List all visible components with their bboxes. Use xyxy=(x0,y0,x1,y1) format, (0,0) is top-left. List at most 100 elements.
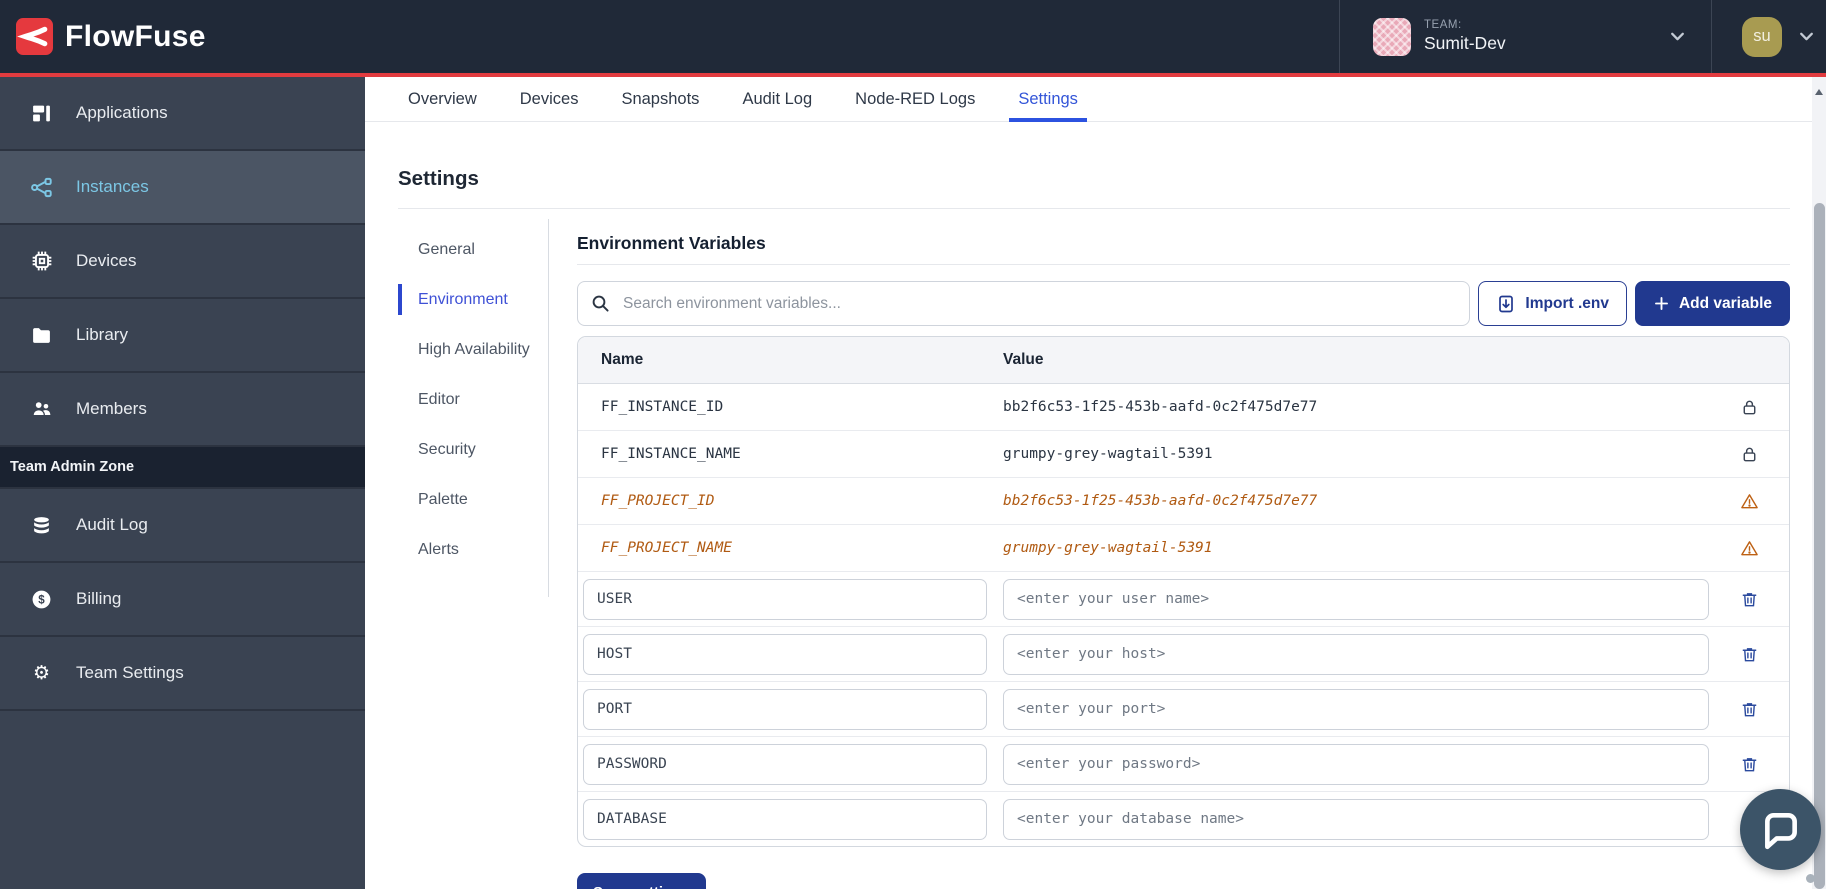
table-row: FF_INSTANCE_ID bb2f6c53-1f25-453b-aafd-0… xyxy=(578,384,1789,431)
subnav-item-security[interactable]: Security xyxy=(398,431,548,468)
settings-page: Settings General Environment High Availa… xyxy=(365,122,1826,889)
subnav-item-alerts[interactable]: Alerts xyxy=(398,531,548,568)
brand-name: FlowFuse xyxy=(65,20,206,54)
tab-label: Node-RED Logs xyxy=(855,90,975,109)
add-variable-label: Add variable xyxy=(1679,295,1772,313)
tab-label: Settings xyxy=(1018,90,1078,109)
table-row-deprecated: FF_PROJECT_ID bb2f6c53-1f25-453b-aafd-0c… xyxy=(578,478,1789,525)
search-input[interactable] xyxy=(577,281,1470,326)
tab-snapshots[interactable]: Snapshots xyxy=(621,77,699,121)
var-name-input[interactable] xyxy=(583,799,987,840)
main-content: Overview Devices Snapshots Audit Log Nod… xyxy=(365,77,1826,889)
flowfuse-logo-icon xyxy=(16,18,53,55)
sidebar-item-label: Audit Log xyxy=(76,515,148,535)
sidebar-item-instances[interactable]: Instances xyxy=(0,151,365,225)
tab-label: Overview xyxy=(408,90,477,109)
chat-launcher-button[interactable] xyxy=(1740,789,1821,870)
subnav-item-high-availability[interactable]: High Availability xyxy=(398,331,548,368)
env-var-value: grumpy-grey-wagtail-5391 xyxy=(1003,540,1709,556)
tab-label: Devices xyxy=(520,90,579,109)
instance-tabbar: Overview Devices Snapshots Audit Log Nod… xyxy=(365,77,1826,122)
tab-settings[interactable]: Settings xyxy=(1018,77,1078,121)
subnav-item-editor[interactable]: Editor xyxy=(398,381,548,418)
screen: FlowFuse TEAM: Sumit-Dev su xyxy=(0,0,1826,889)
delete-variable-button[interactable] xyxy=(1709,590,1789,609)
topbar: FlowFuse TEAM: Sumit-Dev su xyxy=(0,0,1826,73)
scrollbar-thumb[interactable] xyxy=(1814,203,1825,889)
lock-icon xyxy=(1709,445,1789,464)
var-name-input[interactable] xyxy=(583,689,987,730)
var-name-input[interactable] xyxy=(583,744,987,785)
page-title: Settings xyxy=(398,166,1790,192)
var-value-input[interactable] xyxy=(1003,634,1709,675)
subnav-item-palette[interactable]: Palette xyxy=(398,481,548,518)
env-var-name: FF_PROJECT_NAME xyxy=(578,540,1003,556)
table-header: Name Value xyxy=(578,337,1789,384)
tab-label: Audit Log xyxy=(742,90,812,109)
subnav-item-general[interactable]: General xyxy=(398,231,548,268)
sidebar-item-members[interactable]: Members xyxy=(0,373,365,447)
lock-icon xyxy=(1709,398,1789,417)
tab-overview[interactable]: Overview xyxy=(408,77,477,121)
sidebar-item-library[interactable]: Library xyxy=(0,299,365,373)
searchbox xyxy=(577,281,1470,326)
var-name-input[interactable] xyxy=(583,579,987,620)
svg-text:$: $ xyxy=(38,594,45,606)
tab-audit-log[interactable]: Audit Log xyxy=(742,77,812,121)
sidebar-item-applications[interactable]: Applications xyxy=(0,77,365,151)
sidebar-item-audit-log[interactable]: Audit Log xyxy=(0,489,365,563)
users-icon xyxy=(29,398,54,420)
delete-variable-button[interactable] xyxy=(1709,700,1789,719)
team-admin-zone-label: Team Admin Zone xyxy=(0,447,365,489)
gear-icon: ⚙ xyxy=(29,664,54,683)
table-row-editable xyxy=(578,737,1789,792)
chevron-down-icon xyxy=(1668,27,1687,46)
var-value-input[interactable] xyxy=(1003,579,1709,620)
env-var-value: bb2f6c53-1f25-453b-aafd-0c2f475d7e77 xyxy=(1003,399,1709,415)
instances-icon xyxy=(29,176,54,199)
sidebar-item-label: Library xyxy=(76,325,128,345)
delete-variable-button[interactable] xyxy=(1709,755,1789,774)
tab-node-red-logs[interactable]: Node-RED Logs xyxy=(855,77,975,121)
sidebar-item-label: Instances xyxy=(76,177,149,197)
team-name: Sumit-Dev xyxy=(1424,33,1506,54)
team-label: TEAM: xyxy=(1424,19,1506,31)
user-menu[interactable]: su xyxy=(1712,17,1826,57)
dollar-icon: $ xyxy=(29,589,54,610)
sidebar-item-label: Applications xyxy=(76,103,168,123)
add-variable-button[interactable]: Add variable xyxy=(1635,281,1790,326)
subnav-item-environment[interactable]: Environment xyxy=(398,281,548,318)
sidebar-item-devices[interactable]: Devices xyxy=(0,225,365,299)
user-avatar: su xyxy=(1742,17,1782,57)
table-row-editable xyxy=(578,572,1789,627)
column-header-value: Value xyxy=(1003,351,1709,369)
table-row-deprecated: FF_PROJECT_NAME grumpy-grey-wagtail-5391 xyxy=(578,525,1789,572)
var-value-input[interactable] xyxy=(1003,744,1709,785)
delete-variable-button[interactable] xyxy=(1709,645,1789,664)
table-row-editable xyxy=(578,792,1789,846)
var-value-input[interactable] xyxy=(1003,799,1709,840)
tab-devices[interactable]: Devices xyxy=(520,77,579,121)
sidebar-item-billing[interactable]: $ Billing xyxy=(0,563,365,637)
import-env-button[interactable]: Import .env xyxy=(1478,281,1627,326)
import-file-icon xyxy=(1496,294,1516,314)
brand[interactable]: FlowFuse xyxy=(0,18,206,55)
sidebar-item-label: Team Settings xyxy=(76,663,184,683)
applications-icon xyxy=(29,103,54,124)
sidebar: Applications Instances Devices Library xyxy=(0,77,365,889)
var-name-input[interactable] xyxy=(583,634,987,675)
save-settings-button[interactable]: Save settings xyxy=(577,873,706,889)
table-row-editable xyxy=(578,682,1789,737)
sidebar-item-team-settings[interactable]: ⚙ Team Settings xyxy=(0,637,365,711)
table-row: FF_INSTANCE_NAME grumpy-grey-wagtail-539… xyxy=(578,431,1789,478)
folder-icon xyxy=(29,325,54,346)
page-divider xyxy=(398,208,1790,209)
plus-icon xyxy=(1653,295,1670,312)
env-variables-table: Name Value FF_INSTANCE_ID bb2f6c53-1f25-… xyxy=(577,336,1790,847)
team-switcher[interactable]: TEAM: Sumit-Dev xyxy=(1340,18,1711,56)
page-scrollbar[interactable] xyxy=(1812,77,1826,889)
settings-subnav: General Environment High Availability Ed… xyxy=(398,219,549,597)
var-value-input[interactable] xyxy=(1003,689,1709,730)
env-var-value: bb2f6c53-1f25-453b-aafd-0c2f475d7e77 xyxy=(1003,493,1709,509)
sidebar-item-label: Devices xyxy=(76,251,136,271)
